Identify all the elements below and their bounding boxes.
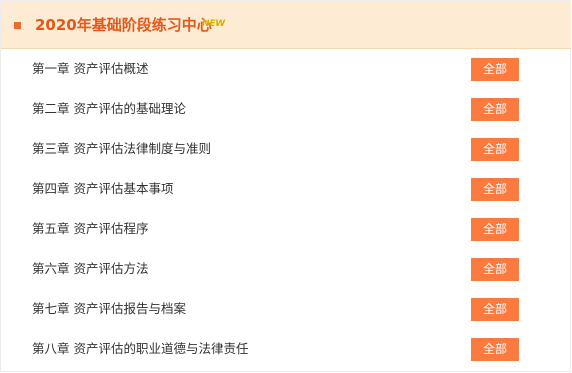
new-badge: NEW	[202, 19, 226, 29]
panel-title: 2020年基础阶段练习中心	[35, 16, 212, 34]
chapter-row-4: 第四章 资产评估基本事项 全部	[1, 170, 571, 210]
chapter-row-6: 第六章 资产评估方法 全部	[1, 250, 571, 290]
square-bullet-icon	[14, 22, 21, 29]
chapter-label: 第二章 资产评估的基础理论	[32, 101, 186, 116]
chapter-2-all-button[interactable]: 全部	[471, 98, 519, 121]
chapter-row-7: 第七章 资产评估报告与档案 全部	[1, 290, 571, 330]
chapter-label: 第五章 资产评估程序	[32, 221, 149, 236]
chapter-row-8: 第八章 资产评估的职业道德与法律责任 全部	[1, 330, 571, 370]
chapter-5-all-button[interactable]: 全部	[471, 218, 519, 241]
chapter-7-all-button[interactable]: 全部	[471, 298, 519, 321]
chapter-label: 第一章 资产评估概述	[32, 61, 149, 76]
chapter-row-2: 第二章 资产评估的基础理论 全部	[1, 90, 571, 130]
chapter-row-1: 第一章 资产评估概述 全部	[1, 50, 571, 90]
chapter-label: 第八章 资产评估的职业道德与法律责任	[32, 341, 249, 356]
chapter-row-5: 第五章 资产评估程序 全部	[1, 210, 571, 250]
chapter-row-3: 第三章 资产评估法律制度与准则 全部	[1, 130, 571, 170]
chapter-8-all-button[interactable]: 全部	[471, 338, 519, 361]
chapter-6-all-button[interactable]: 全部	[471, 258, 519, 281]
practice-center-panel: 2020年基础阶段练习中心 NEW 第一章 资产评估概述 全部 第二章 资产评估…	[0, 0, 571, 372]
chapter-label: 第六章 资产评估方法	[32, 261, 149, 276]
chapter-3-all-button[interactable]: 全部	[471, 138, 519, 161]
panel-header: 2020年基础阶段练习中心 NEW	[1, 1, 571, 49]
chapter-1-all-button[interactable]: 全部	[471, 58, 519, 81]
chapter-label: 第三章 资产评估法律制度与准则	[32, 141, 211, 156]
chapter-4-all-button[interactable]: 全部	[471, 178, 519, 201]
chapter-label: 第七章 资产评估报告与档案	[32, 301, 186, 316]
chapter-label: 第四章 资产评估基本事项	[32, 181, 174, 196]
